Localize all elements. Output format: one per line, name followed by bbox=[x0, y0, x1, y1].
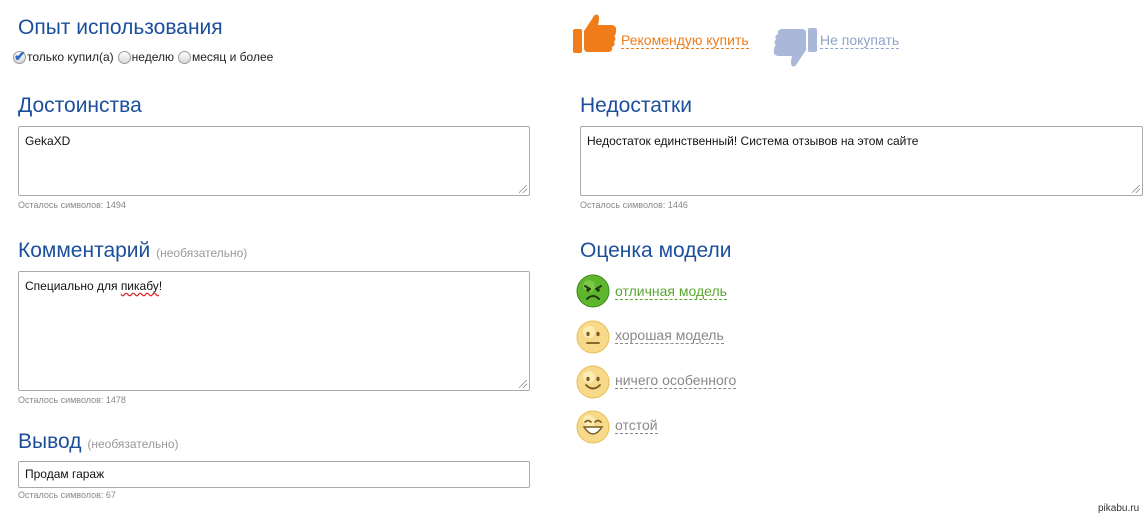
radio-label-just-bought[interactable]: только купил(а) bbox=[27, 50, 114, 64]
conclusion-heading: Вывод (необязательно) bbox=[18, 430, 179, 454]
rating-option-good[interactable]: хорошая модель bbox=[615, 327, 724, 344]
comment-text-end: ! bbox=[158, 279, 163, 293]
comment-textarea[interactable]: Специально для пикабу! bbox=[18, 271, 530, 391]
conclusion-text: Продам гараж bbox=[25, 467, 105, 481]
angry-green-smiley-icon[interactable] bbox=[576, 274, 610, 313]
resize-grip-icon[interactable] bbox=[1132, 185, 1140, 193]
conclusion-remaining: Осталось символов: 67 bbox=[18, 490, 116, 500]
thumbs-up-icon[interactable] bbox=[572, 11, 618, 55]
conclusion-optional-note: (необязательно) bbox=[87, 437, 179, 451]
thumbs-down-icon[interactable] bbox=[772, 26, 818, 70]
radio-month[interactable] bbox=[178, 50, 191, 64]
cons-textarea[interactable]: Недостаток единственный! Система отзывов… bbox=[580, 126, 1143, 196]
comment-heading: Комментарий (необязательно) bbox=[18, 239, 247, 263]
smile-smiley-icon[interactable] bbox=[576, 365, 610, 404]
comment-text-part: Специально для bbox=[25, 279, 121, 293]
site-watermark: pikabu.ru bbox=[1098, 503, 1140, 514]
checkmark-icon: ✔ bbox=[14, 47, 26, 64]
pros-remaining: Осталось символов: 1494 bbox=[18, 200, 126, 210]
experience-radio-group: ✔ только купил(а) неделю месяц и более bbox=[13, 47, 277, 64]
conclusion-title: Вывод bbox=[18, 430, 82, 453]
recommend-buy-link[interactable]: Рекомендую купить bbox=[621, 32, 749, 49]
comment-title: Комментарий bbox=[18, 239, 151, 262]
do-not-buy-link[interactable]: Не покупать bbox=[820, 32, 900, 49]
pros-title: Достоинства bbox=[18, 94, 142, 117]
radio-week[interactable] bbox=[117, 50, 131, 64]
comment-optional-note: (необязательно) bbox=[156, 246, 248, 260]
rating-option-excellent[interactable]: отличная модель bbox=[615, 283, 727, 300]
pros-textarea[interactable]: GekaXD bbox=[18, 126, 530, 196]
cons-remaining: Осталось символов: 1446 bbox=[580, 200, 688, 210]
grin-smiley-icon[interactable] bbox=[576, 410, 610, 449]
rating-option-bad[interactable]: отстой bbox=[615, 417, 658, 434]
radio-label-month[interactable]: месяц и более bbox=[192, 50, 273, 64]
comment-text: Специально для пикабу! bbox=[25, 279, 162, 293]
cons-text: Недостаток единственный! Система отзывов… bbox=[587, 134, 919, 148]
conclusion-input[interactable]: Продам гараж bbox=[18, 461, 530, 488]
misspelled-word: пикабу bbox=[120, 279, 159, 293]
cons-title: Недостатки bbox=[580, 94, 692, 117]
radio-just-bought[interactable]: ✔ bbox=[13, 47, 26, 64]
radio-label-week[interactable]: неделю bbox=[132, 50, 174, 64]
comment-remaining: Осталось символов: 1478 bbox=[18, 395, 126, 405]
experience-title: Опыт использования bbox=[18, 16, 223, 39]
resize-grip-icon[interactable] bbox=[519, 380, 527, 388]
pros-text: GekaXD bbox=[25, 134, 71, 148]
rating-option-average[interactable]: ничего особенного bbox=[615, 372, 737, 389]
rating-title: Оценка модели bbox=[580, 239, 732, 262]
resize-grip-icon[interactable] bbox=[519, 185, 527, 193]
neutral-smiley-icon[interactable] bbox=[576, 320, 610, 359]
